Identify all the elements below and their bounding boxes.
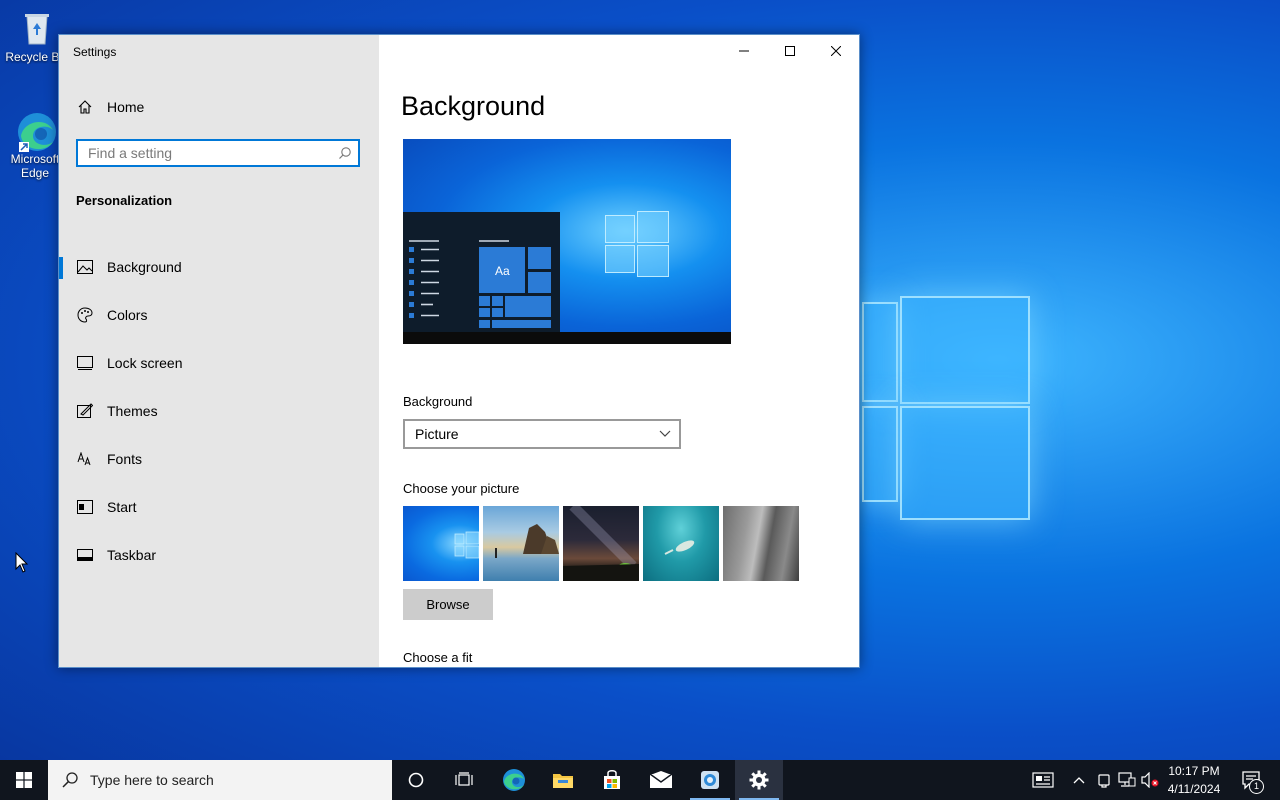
chevron-down-icon (659, 430, 671, 437)
home-nav[interactable]: Home (77, 99, 144, 115)
cortana-button[interactable] (392, 760, 440, 800)
start-icon (76, 498, 94, 516)
window-title: Settings (73, 45, 117, 59)
preview-taskbar (403, 332, 731, 344)
task-view-button[interactable] (440, 760, 488, 800)
volume-muted-icon (1141, 772, 1159, 788)
background-label: Background (403, 394, 473, 409)
picture-icon (76, 258, 94, 276)
taskbar-icon (76, 546, 94, 564)
choose-fit-label: Choose a fit (403, 650, 473, 665)
folder-icon (553, 774, 573, 788)
page-title: Background (401, 91, 546, 121)
wallpaper-windows-logo (862, 282, 1030, 520)
background-type-select[interactable]: Picture (403, 419, 681, 449)
preview-start-menu: Aa (403, 212, 560, 332)
nav-item-background[interactable]: Background (59, 243, 379, 291)
section-title: Personalization (76, 193, 173, 208)
taskbar-search-box[interactable]: Type here to search (48, 760, 392, 800)
palette-icon (76, 306, 94, 324)
nav-item-label: Fonts (107, 451, 143, 467)
find-setting-box[interactable] (76, 139, 360, 167)
news-icon (1032, 772, 1054, 788)
fonts-icon (76, 450, 94, 468)
nav-item-label: Lock screen (107, 355, 183, 371)
nav-item-label: Colors (107, 307, 148, 323)
preview-windows-logo (605, 211, 669, 277)
network-icon (1118, 772, 1136, 787)
start-button[interactable] (0, 760, 48, 800)
tray-device-button[interactable] (1093, 760, 1115, 800)
notification-count-badge: 1 (1249, 779, 1264, 794)
personalization-nav: Background Colors Lock screen Themes Fon… (59, 243, 379, 579)
settings-sidebar: Settings Home Personalization Background (59, 35, 379, 667)
windows-logo-icon (16, 772, 32, 788)
mail-icon (649, 771, 673, 788)
taskbar-edge[interactable] (490, 760, 538, 800)
chevron-up-icon (1073, 777, 1085, 784)
action-center-button[interactable]: 1 (1234, 760, 1268, 800)
news-widget-button[interactable] (1028, 760, 1058, 800)
nav-item-fonts[interactable]: Fonts (59, 435, 379, 483)
nav-item-lock-screen[interactable]: Lock screen (59, 339, 379, 387)
nav-item-themes[interactable]: Themes (59, 387, 379, 435)
lock-screen-icon (76, 354, 94, 372)
find-setting-input[interactable] (86, 144, 338, 162)
device-icon (1098, 774, 1110, 788)
taskbar-clock[interactable]: 10:17 PM 4/11/2024 (1162, 762, 1226, 798)
picture-thumbnails (403, 502, 799, 581)
nav-item-label: Start (107, 499, 137, 515)
nav-item-taskbar[interactable]: Taskbar (59, 531, 379, 579)
taskbar-store[interactable] (588, 760, 636, 800)
recycle-bin-icon (17, 8, 57, 48)
taskbar: Type here to search 10:17 PM 4/11/2024 1 (0, 760, 1280, 800)
nav-item-label: Taskbar (107, 547, 157, 563)
mouse-cursor-icon (15, 552, 29, 573)
background-type-value: Picture (415, 426, 459, 442)
clock-time: 10:17 PM (1168, 764, 1220, 778)
task-view-icon (455, 772, 473, 786)
taskbar-app[interactable] (686, 760, 734, 800)
background-preview: Aa (403, 139, 731, 344)
thumbnail-night-sky[interactable] (563, 502, 639, 581)
settings-window: Settings Home Personalization Background (58, 34, 860, 668)
nav-item-label: Themes (107, 403, 158, 419)
clock-date: 4/11/2024 (1167, 782, 1221, 796)
edge-icon (15, 110, 56, 152)
nav-item-label: Background (107, 259, 182, 275)
choose-picture-label: Choose your picture (403, 481, 520, 496)
thumbnail-beach-rocks[interactable] (483, 506, 559, 581)
thumbnail-windows-default[interactable] (403, 506, 480, 581)
thumbnail-underwater-swimmer[interactable] (643, 506, 719, 581)
thumbnail-rock-cliff[interactable] (723, 506, 799, 581)
home-icon (78, 100, 92, 114)
volume-button[interactable] (1139, 760, 1161, 800)
cortana-icon (408, 772, 424, 788)
taskbar-mail[interactable] (637, 760, 685, 800)
search-icon (62, 772, 78, 788)
settings-content: Background Aa Background Picture Choose … (379, 35, 859, 667)
nav-item-colors[interactable]: Colors (59, 291, 379, 339)
nav-item-start[interactable]: Start (59, 483, 379, 531)
gear-icon (749, 770, 769, 790)
browse-button[interactable]: Browse (403, 589, 493, 620)
taskbar-search-placeholder: Type here to search (90, 772, 214, 788)
store-icon (604, 770, 620, 789)
search-icon (339, 147, 351, 159)
taskbar-settings[interactable] (735, 760, 783, 800)
show-hidden-icons-button[interactable] (1068, 760, 1090, 800)
network-button[interactable] (1116, 760, 1138, 800)
app-icon (701, 771, 719, 789)
preview-tile-text: Aa (495, 264, 510, 278)
desktop-icon-label: Microsoft Edge (10, 152, 60, 180)
themes-icon (76, 402, 94, 420)
taskbar-file-explorer[interactable] (539, 760, 587, 800)
home-label: Home (107, 99, 145, 115)
edge-icon (503, 769, 525, 791)
